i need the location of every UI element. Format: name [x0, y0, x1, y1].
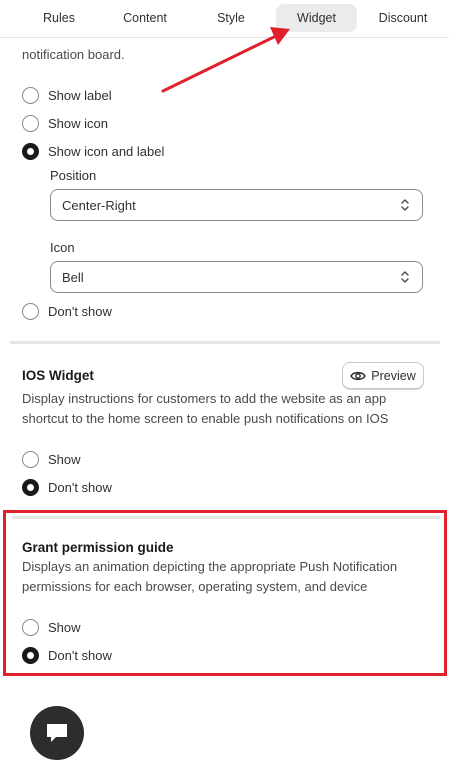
position-select-value: Center-Right — [62, 197, 136, 213]
position-select[interactable]: Center-Right — [50, 189, 423, 221]
icon-select-value: Bell — [62, 269, 84, 285]
radio-label: Show icon — [48, 115, 108, 131]
radio-board-dont-show[interactable]: Don't show — [22, 301, 112, 321]
radio-label: Show icon and label — [48, 143, 165, 159]
radio-label: Don't show — [48, 303, 112, 319]
tab-discount[interactable]: Discount — [371, 4, 435, 32]
ios-widget-title: IOS Widget — [22, 368, 94, 383]
radio-label: Show — [48, 451, 81, 467]
tab-style[interactable]: Style — [204, 4, 258, 32]
tab-content[interactable]: Content — [112, 4, 178, 32]
highlight-annotation-box — [3, 510, 447, 676]
radio-ios-show[interactable]: Show — [22, 449, 81, 469]
radio-circle — [22, 142, 39, 160]
tab-widget[interactable]: Widget — [276, 4, 357, 32]
chat-button[interactable] — [30, 706, 84, 760]
radio-show-icon[interactable]: Show icon — [22, 113, 108, 133]
radio-circle — [22, 450, 39, 468]
preview-button-label: Preview — [371, 368, 416, 383]
radio-circle — [22, 114, 39, 132]
tab-bar: Rules Content Style Widget Discount — [0, 0, 449, 38]
tab-rules[interactable]: Rules — [30, 4, 88, 32]
radio-show-icon-and-label[interactable]: Show icon and label — [22, 141, 164, 161]
radio-circle — [22, 478, 39, 496]
radio-show-label[interactable]: Show label — [22, 85, 112, 105]
section-description-tail: notification board. — [22, 47, 125, 62]
chevron-updown-icon — [401, 271, 409, 283]
radio-circle — [22, 86, 39, 104]
radio-ios-dont-show[interactable]: Don't show — [22, 477, 112, 497]
radio-circle — [22, 302, 39, 320]
radio-label: Don't show — [48, 479, 112, 495]
ios-widget-description: Display instructions for customers to ad… — [22, 391, 389, 426]
icon-select[interactable]: Bell — [50, 261, 423, 293]
icon-label: Icon — [50, 240, 75, 255]
radio-label: Show label — [48, 87, 112, 103]
section-divider — [10, 341, 440, 344]
eye-icon — [350, 371, 367, 380]
chat-bubble-icon — [47, 724, 67, 742]
position-label: Position — [50, 168, 97, 183]
chevron-updown-icon — [401, 199, 409, 211]
preview-button[interactable]: Preview — [342, 362, 424, 389]
